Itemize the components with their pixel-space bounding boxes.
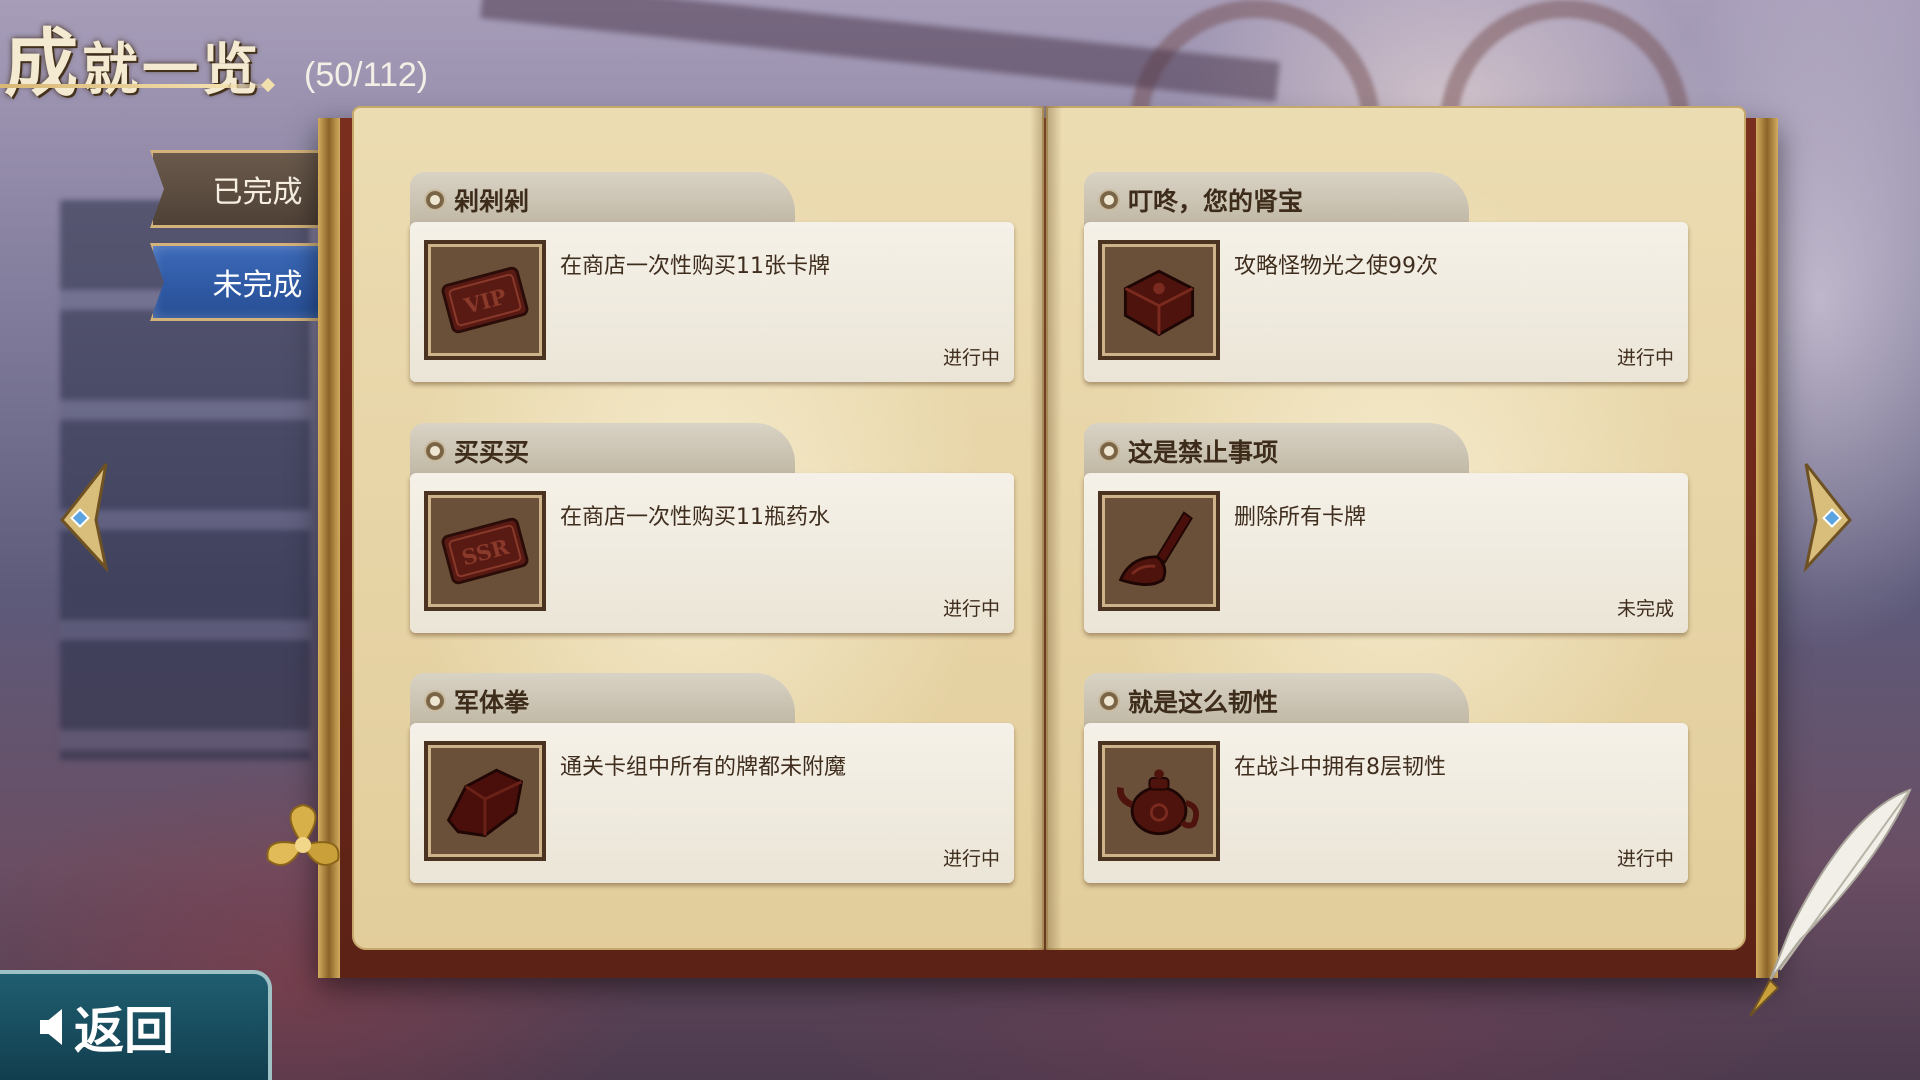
achievement-item[interactable]: 买买买 SSR 在商店一次性购买11瓶药水 进行中 <box>410 423 1014 638</box>
achievement-status: 进行中 <box>1616 848 1674 870</box>
achievement-title: 剁剁剁 <box>454 187 530 216</box>
vip-card-icon: VIP <box>424 240 546 360</box>
achievement-description: 在战斗中拥有8层韧性 <box>1234 755 1446 780</box>
achievement-card: 删除所有卡牌 未完成 <box>1084 473 1688 633</box>
page-title: 成就一览 <box>4 21 262 107</box>
achievement-title: 叮咚，您的肾宝 <box>1128 187 1304 216</box>
achievement-title: 这是禁止事项 <box>1128 438 1279 467</box>
achievement-counter: (50/112) <box>304 56 429 94</box>
achievement-title-tab: 就是这么韧性 <box>1084 673 1469 729</box>
shovel-icon <box>1098 491 1220 611</box>
back-arrow-icon <box>40 1009 62 1045</box>
achievement-status: 进行中 <box>942 848 1000 870</box>
bullet-icon <box>1098 690 1120 712</box>
gold-lily-decoration-icon <box>266 803 340 866</box>
bullet-icon <box>424 690 446 712</box>
achievement-title-tab: 军体拳 <box>410 673 795 729</box>
achievement-item[interactable]: 叮咚，您的肾宝 攻略怪物光之使99次 进行中 <box>1084 172 1688 387</box>
bullet-icon <box>1098 440 1120 462</box>
achievement-title-tab: 买买买 <box>410 423 795 479</box>
achievement-title: 军体拳 <box>454 688 530 717</box>
title-underline <box>0 84 275 88</box>
achievement-item[interactable]: 这是禁止事项 删除所有卡牌 未完成 <box>1084 423 1688 638</box>
back-button[interactable]: 返回 <box>0 970 272 1080</box>
achievement-item[interactable]: 就是这么韧性 在战斗中拥有8层韧性 进行中 <box>1084 673 1688 888</box>
achievement-item[interactable]: 军体拳 通关卡组中所有的牌都未附魔 进行中 <box>410 673 1014 888</box>
quill-pen-decoration-icon <box>1749 788 1912 1017</box>
achievement-description: 通关卡组中所有的牌都未附魔 <box>560 755 847 780</box>
bullet-icon <box>1098 189 1120 211</box>
achievement-status: 进行中 <box>1616 347 1674 369</box>
book-spine <box>1030 106 1062 950</box>
achievement-card: 通关卡组中所有的牌都未附魔 进行中 <box>410 723 1014 883</box>
achievement-description: 攻略怪物光之使99次 <box>1234 254 1438 279</box>
ssr-card-icon: SSR <box>424 491 546 611</box>
achievement-title: 买买买 <box>454 438 530 467</box>
achievement-status: 进行中 <box>942 598 1000 620</box>
achievement-status: 未完成 <box>1616 598 1674 620</box>
achievement-card: SSR 在商店一次性购买11瓶药水 进行中 <box>410 473 1014 633</box>
background-beam <box>480 0 1280 102</box>
bullet-icon <box>424 189 446 211</box>
achievement-description: 在商店一次性购买11瓶药水 <box>560 505 830 530</box>
achievement-item[interactable]: 剁剁剁 VIP 在商店一次性购买11张卡牌 进行中 <box>410 172 1014 387</box>
box-icon <box>1098 240 1220 360</box>
achievement-status: 进行中 <box>942 347 1000 369</box>
achievement-title: 就是这么韧性 <box>1128 688 1279 717</box>
bullet-icon <box>424 440 446 462</box>
achievement-card: 在战斗中拥有8层韧性 进行中 <box>1084 723 1688 883</box>
achievement-title-tab: 这是禁止事项 <box>1084 423 1469 479</box>
teapot-icon <box>1098 741 1220 861</box>
rock-icon <box>424 741 546 861</box>
previous-page-arrow-icon[interactable] <box>56 460 112 572</box>
achievement-title-tab: 叮咚，您的肾宝 <box>1084 172 1469 228</box>
next-page-arrow-icon[interactable] <box>1800 460 1856 572</box>
achievement-description: 在商店一次性购买11张卡牌 <box>560 254 830 279</box>
achievement-card: VIP 在商店一次性购买11张卡牌 进行中 <box>410 222 1014 382</box>
achievement-card: 攻略怪物光之使99次 进行中 <box>1084 222 1688 382</box>
achievement-description: 删除所有卡牌 <box>1234 505 1367 530</box>
back-button-label: 返回 <box>74 1001 174 1060</box>
achievement-title-tab: 剁剁剁 <box>410 172 795 228</box>
